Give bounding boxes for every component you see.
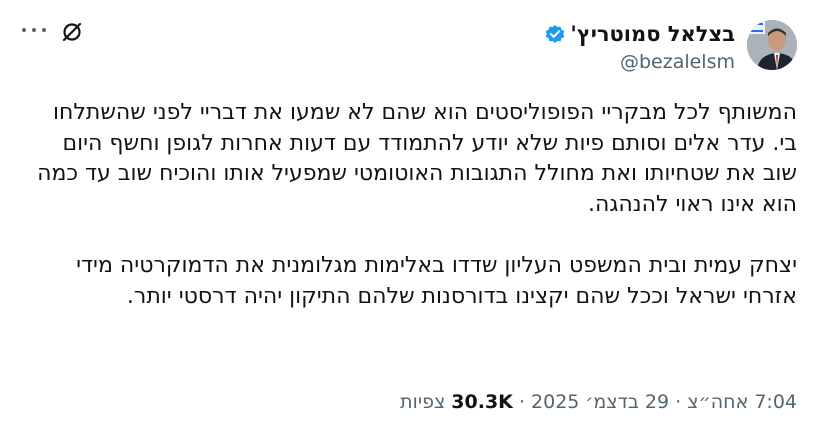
verified-badge-icon [546,25,565,43]
views-count: 30.3K [451,391,513,413]
grok-slash-circle-icon [62,22,82,42]
tweet-text: המשותף לכל מבקריי הפופוליסטים הוא שהם לא… [26,98,797,312]
tweet-paragraph: יצחק עמית ובית המשפט העליון שדדו באלימות… [76,252,797,309]
meta-separator: · [675,391,682,413]
grok-button[interactable] [60,20,84,44]
tweet-time[interactable]: 7:04 אחה״צ [687,391,797,413]
tweet-date[interactable]: 29 בדצמ׳ 2025 [531,391,669,413]
views-label: צפיות [400,391,446,413]
avatar[interactable] [747,20,797,70]
tweet-meta: 7:04 אחה״צ · 29 בדצמ׳ 2025 · 30.3K צפיות [400,388,797,416]
tweet-paragraph: המשותף לכל מבקריי הפופוליסטים הוא שהם לא… [37,100,797,218]
meta-separator: · [518,391,525,413]
more-horizontal-icon [22,28,26,32]
user-handle[interactable]: @bezalelsm [544,48,735,76]
profile-photo-avatar [747,20,797,70]
display-name[interactable]: בצלאל סמוטריץ' [570,20,735,48]
more-options-button[interactable] [22,20,46,40]
